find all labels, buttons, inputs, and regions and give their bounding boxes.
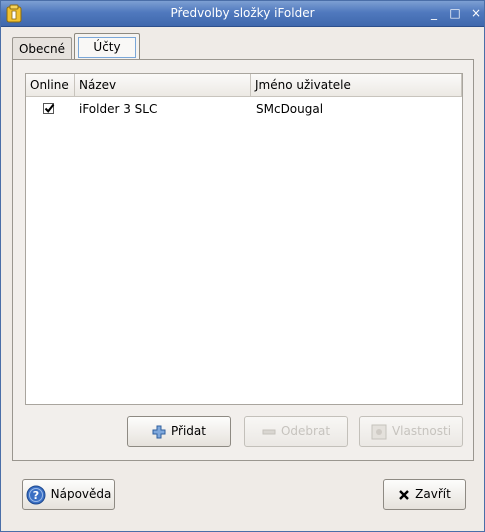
accounts-list[interactable]: Online Název Jméno uživatele iFolder 3 S… bbox=[25, 73, 463, 405]
tab-general[interactable]: Obecné bbox=[12, 37, 72, 60]
preferences-window: Předvolby složky iFolder _ □ × Obecné Úč… bbox=[0, 0, 485, 532]
tab-accounts-label: Účty bbox=[78, 37, 136, 58]
window-title: Předvolby složky iFolder bbox=[170, 6, 315, 20]
help-button[interactable]: ? Nápověda bbox=[22, 479, 115, 510]
add-button-label: Přidat bbox=[171, 424, 206, 438]
close-x-icon bbox=[399, 489, 410, 500]
plus-icon bbox=[152, 425, 166, 438]
remove-button-label: Odebrat bbox=[280, 424, 331, 438]
titlebar[interactable]: Předvolby složky iFolder _ □ × bbox=[1, 1, 484, 27]
close-button-label: Zavřít bbox=[415, 487, 451, 501]
help-button-label: Nápověda bbox=[50, 487, 112, 501]
properties-button[interactable]: Vlastnosti bbox=[359, 416, 463, 447]
column-header-username[interactable]: Jméno uživatele bbox=[251, 74, 462, 96]
minus-icon bbox=[262, 429, 276, 434]
close-window-button[interactable]: × bbox=[467, 5, 485, 22]
column-header-online[interactable]: Online bbox=[26, 74, 75, 96]
svg-text:?: ? bbox=[32, 489, 38, 502]
checkmark-icon bbox=[44, 103, 55, 113]
minimize-button[interactable]: _ bbox=[425, 5, 443, 22]
properties-icon bbox=[371, 424, 387, 439]
account-username: SMcDougal bbox=[256, 102, 324, 116]
table-header: Online Název Jméno uživatele bbox=[26, 74, 462, 97]
maximize-button[interactable]: □ bbox=[446, 5, 464, 22]
table-row[interactable]: iFolder 3 SLC SMcDougal bbox=[26, 97, 462, 121]
properties-button-label: Vlastnosti bbox=[391, 424, 452, 438]
online-checkbox[interactable] bbox=[43, 103, 55, 114]
remove-button[interactable]: Odebrat bbox=[244, 416, 348, 447]
accounts-panel: Online Název Jméno uživatele iFolder 3 S… bbox=[12, 59, 474, 461]
help-icon: ? bbox=[26, 485, 46, 504]
tab-accounts[interactable]: Účty bbox=[74, 33, 140, 60]
add-button[interactable]: Přidat bbox=[127, 416, 231, 447]
account-name: iFolder 3 SLC bbox=[79, 102, 158, 116]
column-header-name[interactable]: Název bbox=[75, 74, 251, 96]
close-button[interactable]: Zavřít bbox=[383, 479, 466, 510]
